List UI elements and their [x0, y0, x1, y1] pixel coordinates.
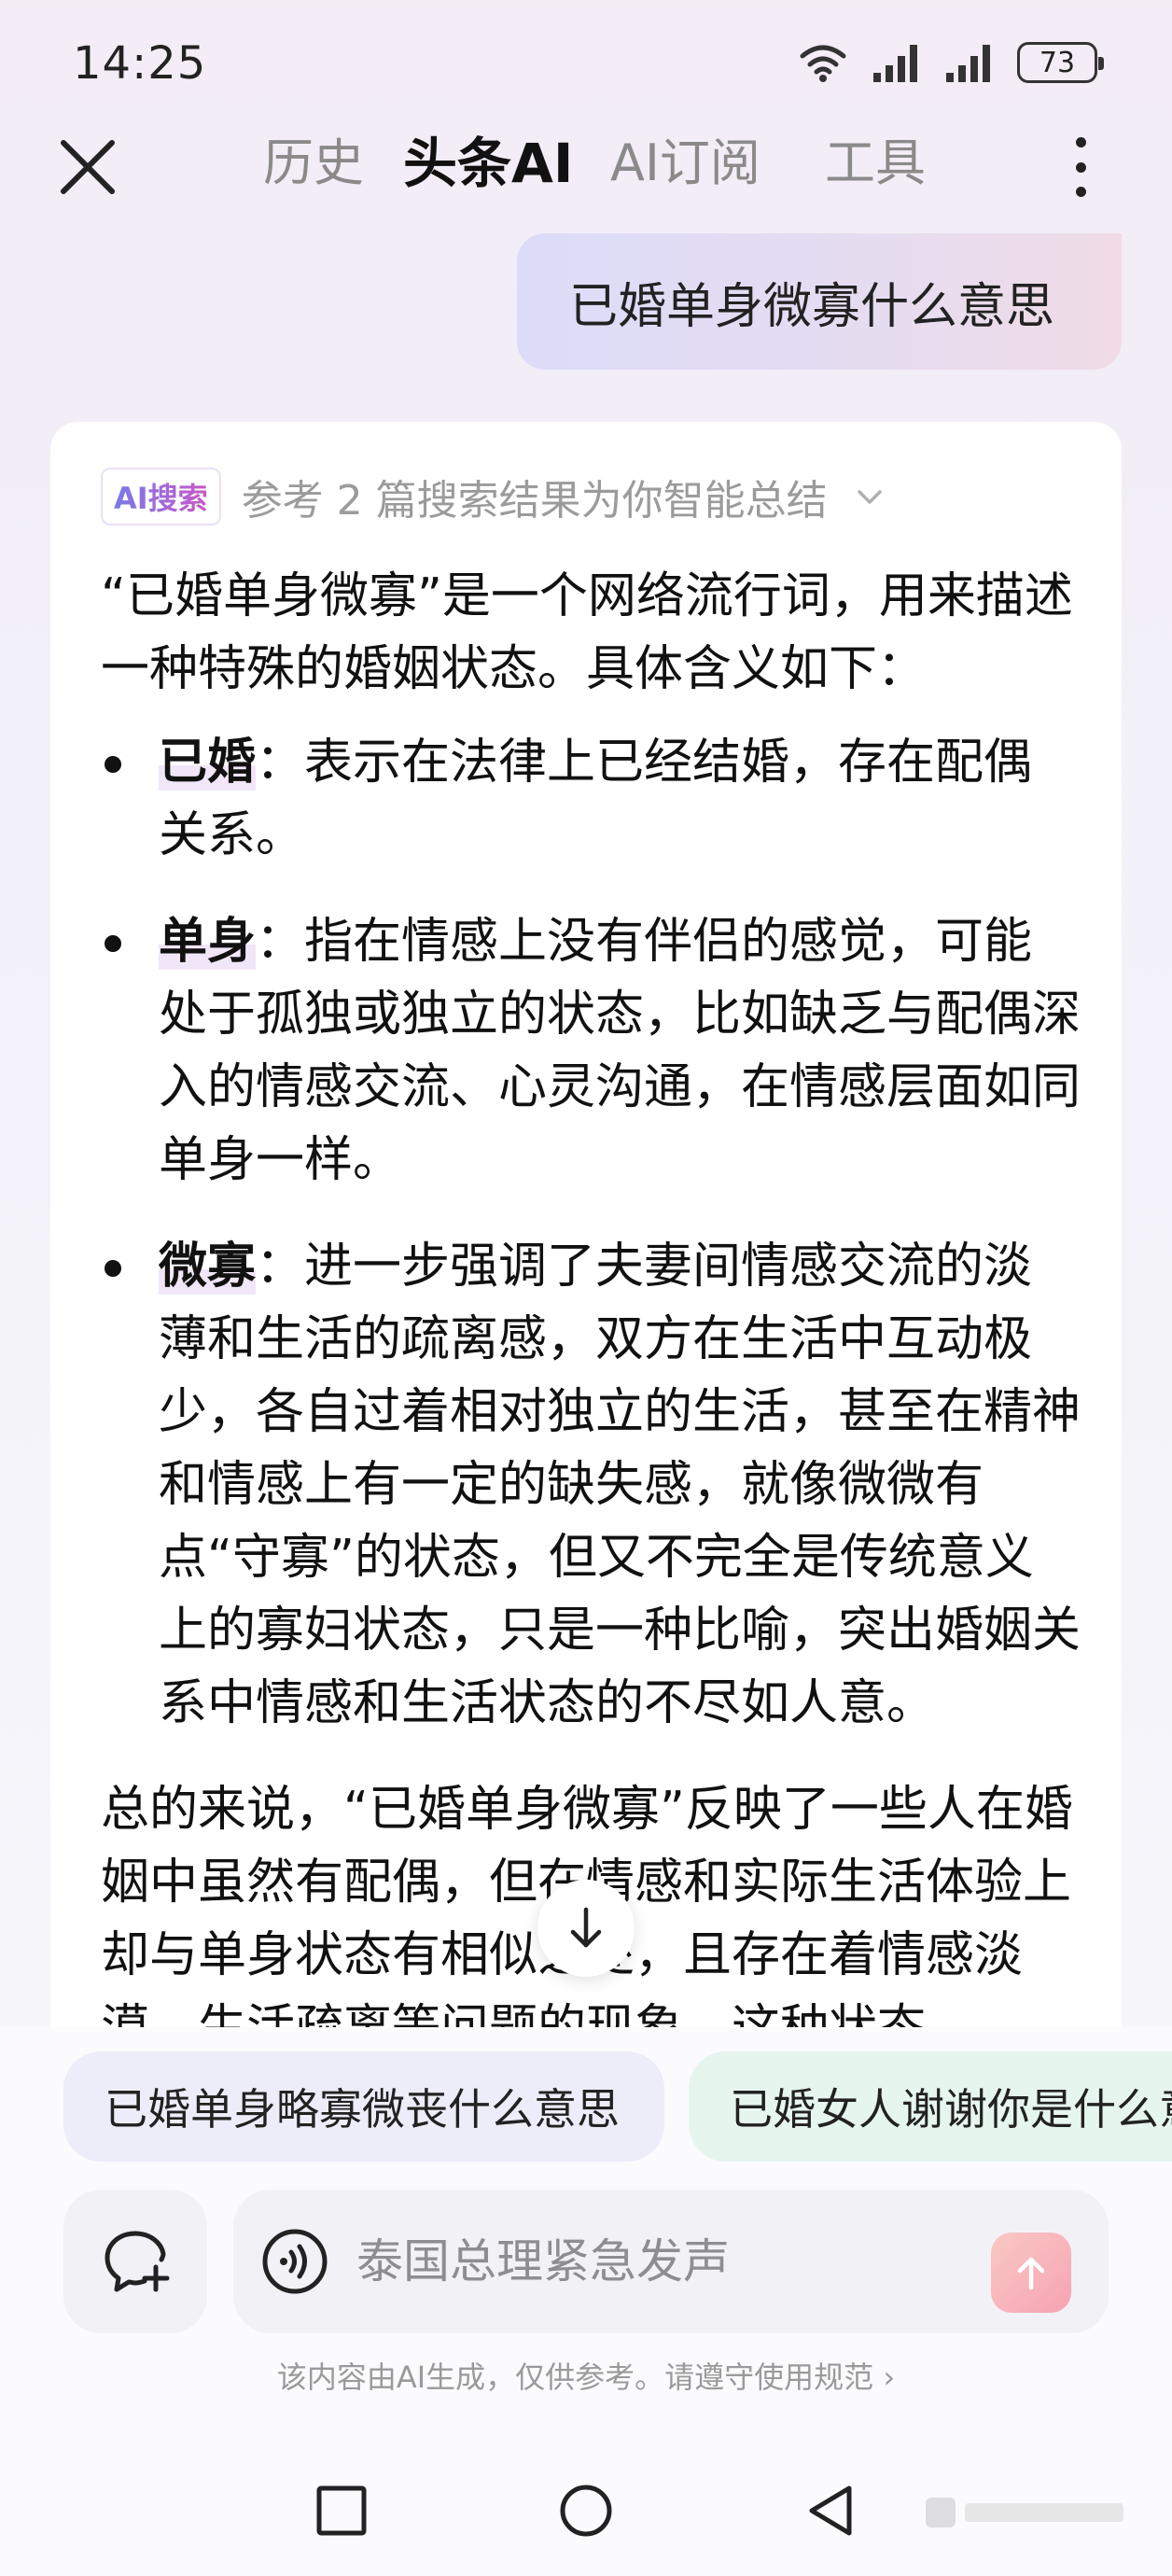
chat-input-box [233, 2190, 1109, 2333]
send-button[interactable] [991, 2233, 1071, 2313]
more-dot-icon [1075, 161, 1086, 173]
home-button[interactable] [549, 2473, 623, 2548]
source-summary-text: 参考 2 篇搜索结果为你智能总结 [241, 477, 828, 525]
definition-item: 单身：指在情感上没有伴侣的感觉，可能处于孤独或独立的状态，比如缺乏与配偶深入的情… [101, 905, 1081, 1197]
square-icon [316, 2485, 367, 2536]
tab-history[interactable]: 历史 [263, 126, 403, 201]
search-sources-toggle[interactable]: AI搜索 参考 2 篇搜索结果为你智能总结 [101, 467, 886, 526]
watermark-logo-icon [926, 2498, 1123, 2527]
recents-button[interactable] [304, 2473, 379, 2548]
definition-desc: ：指在情感上没有伴侣的感觉，可能处于孤独或独立的状态，比如缺乏与配偶深入的情感交… [159, 914, 1081, 1188]
tab-ai-subscription[interactable]: AI订阅 [610, 126, 825, 201]
new-chat-button[interactable] [63, 2190, 207, 2333]
signal-icon-2 [946, 45, 990, 82]
scroll-down-button[interactable] [537, 1880, 635, 1977]
arrow-down-icon [570, 1907, 602, 1948]
chevron-down-icon [857, 490, 882, 504]
definition-desc: ：表示在法律上已经结婚，存在配偶关系。 [159, 735, 1033, 863]
back-button[interactable] [793, 2473, 868, 2548]
ai-disclaimer-link[interactable]: 该内容由AI生成，仅供参考。请遵守使用规范 › [0, 2354, 1172, 2397]
definition-term: 微寡 [159, 1239, 257, 1295]
answer-body: “已婚单身微寡”是一个网络流行词，用来描述一种特殊的婚姻状态。具体含义如下： 已… [101, 560, 1081, 2065]
battery-indicator: 73 [1017, 42, 1104, 83]
ai-search-badge: AI搜索 [101, 468, 221, 525]
circle-icon [560, 2485, 612, 2537]
new-chat-icon [105, 2231, 170, 2292]
voice-input-icon[interactable] [261, 2228, 328, 2295]
tab-toutiao-ai[interactable]: 头条AI [403, 126, 610, 201]
status-icons: 73 [795, 41, 1104, 84]
status-bar: 14:25 73 [0, 0, 1172, 131]
wifi-icon [800, 45, 846, 82]
more-options-button[interactable] [1064, 132, 1097, 203]
answer-intro: “已婚单身微寡”是一个网络流行词，用来描述一种特殊的婚姻状态。具体含义如下： [101, 568, 1073, 697]
definition-item: 微寡：进一步强调了夫妻间情感交流的淡薄和生活的疏离感，双方在生活中互动极少，各自… [101, 1230, 1081, 1740]
arrow-up-icon [1017, 2257, 1045, 2290]
definition-list: 已婚：表示在法律上已经结婚，存在配偶关系。 单身：指在情感上没有伴侣的感觉，可能… [101, 726, 1081, 1740]
more-dot-icon [1075, 187, 1086, 197]
definition-term: 单身 [159, 914, 257, 970]
suggestion-chip[interactable]: 已婚女人谢谢你是什么意思 [689, 2051, 1172, 2162]
chat-input[interactable] [356, 2224, 963, 2299]
tab-tools[interactable]: 工具 [825, 126, 937, 201]
suggestion-chip[interactable]: 已婚单身略寡微丧什么意思 [63, 2051, 664, 2162]
definition-item: 已婚：表示在法律上已经结婚，存在配偶关系。 [101, 726, 1081, 872]
suggestion-chips: 已婚单身略寡微丧什么意思 已婚女人谢谢你是什么意思 [63, 2051, 1172, 2162]
triangle-back-icon [809, 2485, 852, 2536]
definition-desc: ：进一步强调了夫妻间情感交流的淡薄和生活的疏离感，双方在生活中互动极少，各自过着… [159, 1239, 1081, 1731]
nav-tabs: 历史 头条AI AI订阅 工具 [263, 126, 937, 201]
close-icon[interactable] [54, 133, 121, 201]
top-nav: 历史 头条AI AI订阅 工具 [0, 126, 1172, 201]
answer-card: AI搜索 参考 2 篇搜索结果为你智能总结 “已婚单身微寡”是一个网络流行词，用… [50, 422, 1122, 2289]
definition-term: 已婚 [159, 735, 257, 791]
more-dot-icon [1075, 137, 1086, 147]
signal-icon [873, 45, 917, 82]
system-nav-bar [0, 2464, 1172, 2557]
user-query-bubble: 已婚单身微寡什么意思 [517, 233, 1122, 370]
status-time: 14:25 [73, 37, 207, 90]
battery-level: 73 [1039, 46, 1076, 79]
